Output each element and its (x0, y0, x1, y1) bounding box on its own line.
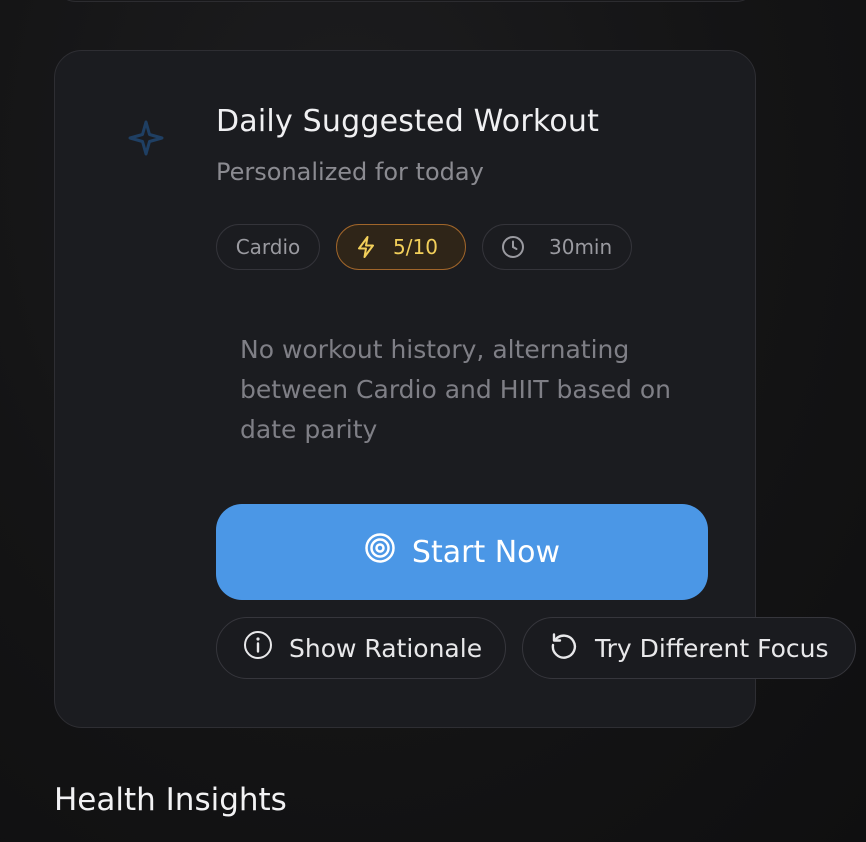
intensity-value: 5/10 (393, 235, 438, 259)
intensity-chip: 5/10 (336, 224, 466, 270)
show-rationale-label: Show Rationale (289, 633, 483, 663)
try-different-focus-label: Try Different Focus (595, 633, 829, 663)
workout-type-chip: Cardio (216, 224, 320, 270)
start-now-label: Start Now (411, 534, 561, 570)
lightning-icon (355, 235, 377, 259)
duration-value: 30min (549, 235, 613, 259)
workout-type-label: Cardio (235, 235, 301, 259)
duration-chip: 30min (482, 224, 632, 270)
card-subtitle: Personalized for today (216, 158, 484, 186)
try-different-focus-button[interactable]: Try Different Focus (522, 617, 856, 679)
previous-card (54, 0, 758, 2)
clock-icon (501, 235, 525, 259)
refresh-icon (549, 630, 579, 666)
start-now-button[interactable]: Start Now (216, 504, 708, 600)
show-rationale-button[interactable]: Show Rationale (216, 617, 506, 679)
card-title: Daily Suggested Workout (216, 104, 600, 139)
rationale-text: No workout history, alternating between … (240, 335, 672, 444)
info-icon (243, 630, 273, 666)
health-insights-heading: Health Insights (54, 782, 287, 818)
sparkle-icon (124, 118, 168, 162)
target-icon (364, 532, 396, 572)
